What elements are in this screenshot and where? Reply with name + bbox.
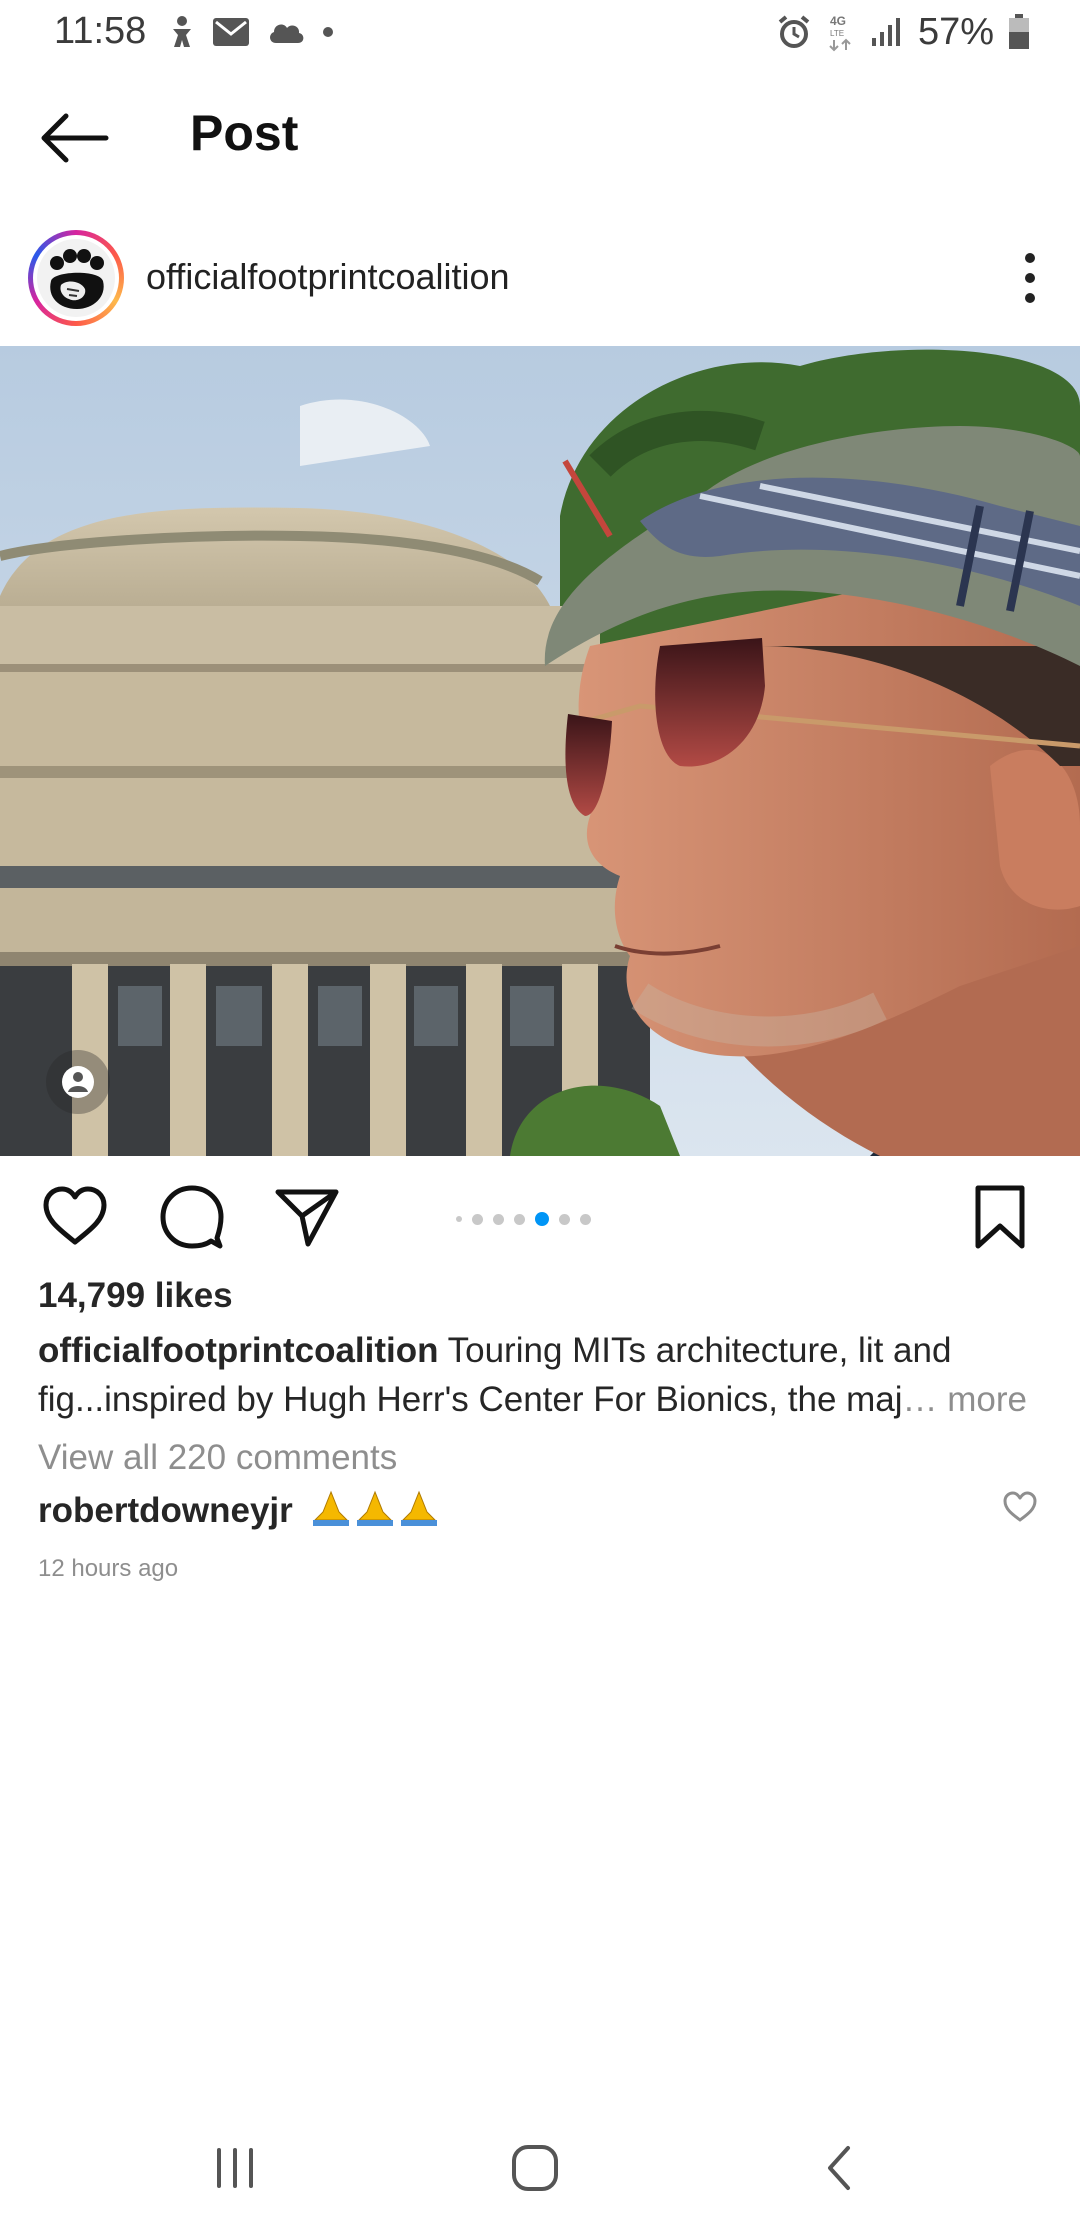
post-actions-bar (0, 1168, 1080, 1272)
footprint-logo-icon (50, 249, 104, 309)
4g-lte-icon: 4G LTE (829, 14, 851, 52)
header: Post (0, 82, 1080, 192)
svg-text:4G: 4G (830, 14, 846, 28)
battery-percent: 57% (917, 10, 994, 53)
heart-icon[interactable] (40, 1182, 110, 1252)
post-caption: officialfootprintcoalition Touring MITs … (38, 1326, 1048, 1424)
carousel-dot (456, 1216, 462, 1222)
status-time: 11:58 (54, 10, 147, 52)
carousel-dot (472, 1213, 483, 1225)
post-author-name[interactable]: officialfootprintcoalition (146, 256, 510, 298)
arrow-left-icon[interactable] (36, 108, 112, 168)
post-timestamp: 12 hours ago (38, 1555, 179, 1582)
view-all-comments-link[interactable]: View all 220 comments (38, 1438, 397, 1478)
tagged-users-button[interactable] (46, 1050, 110, 1114)
carousel-dot (493, 1213, 504, 1225)
carousel-dot (514, 1213, 525, 1225)
carousel-dot (580, 1213, 591, 1225)
post-photo[interactable] (0, 346, 1080, 1156)
comment-like-heart-icon[interactable] (1002, 1490, 1038, 1524)
more-vertical-icon[interactable] (1018, 250, 1042, 306)
carousel-dot (559, 1213, 570, 1225)
bookmark-icon[interactable] (970, 1182, 1030, 1252)
comment-icon[interactable] (157, 1182, 227, 1252)
signal-icon (871, 18, 900, 46)
mail-icon (213, 18, 249, 46)
alarm-icon (778, 15, 810, 48)
comment-row: robertdowneyjr (38, 1490, 441, 1535)
post-image (0, 346, 1080, 1156)
carousel-dot-active (535, 1212, 549, 1226)
cloud-icon (270, 24, 304, 43)
comment-username[interactable]: robertdowneyjr (38, 1491, 293, 1530)
share-icon[interactable] (272, 1182, 342, 1252)
system-nav-bar (0, 2110, 1080, 2220)
post-author-row: officialfootprintcoalition (0, 222, 1080, 332)
caption-username[interactable]: officialfootprintcoalition (38, 1331, 439, 1370)
recent-apps-icon[interactable] (205, 2138, 265, 2198)
battery-icon (1009, 14, 1029, 49)
user-icon (62, 1066, 94, 1098)
accessibility-icon (173, 16, 191, 47)
back-nav-icon[interactable] (810, 2138, 870, 2198)
svg-text:LTE: LTE (830, 29, 844, 38)
comment-text (309, 1490, 441, 1535)
status-bar: 11:58 4G LTE 57% (0, 0, 1080, 66)
page-title: Post (190, 105, 299, 161)
dot-icon (323, 27, 333, 37)
avatar[interactable] (28, 230, 124, 326)
folded-hands-emoji-icon (312, 1490, 437, 1526)
likes-count[interactable]: 14,799 likes (38, 1276, 233, 1316)
caption-more-link[interactable]: … more (903, 1380, 1027, 1419)
carousel-indicator (456, 1212, 591, 1226)
home-icon[interactable] (505, 2138, 565, 2198)
